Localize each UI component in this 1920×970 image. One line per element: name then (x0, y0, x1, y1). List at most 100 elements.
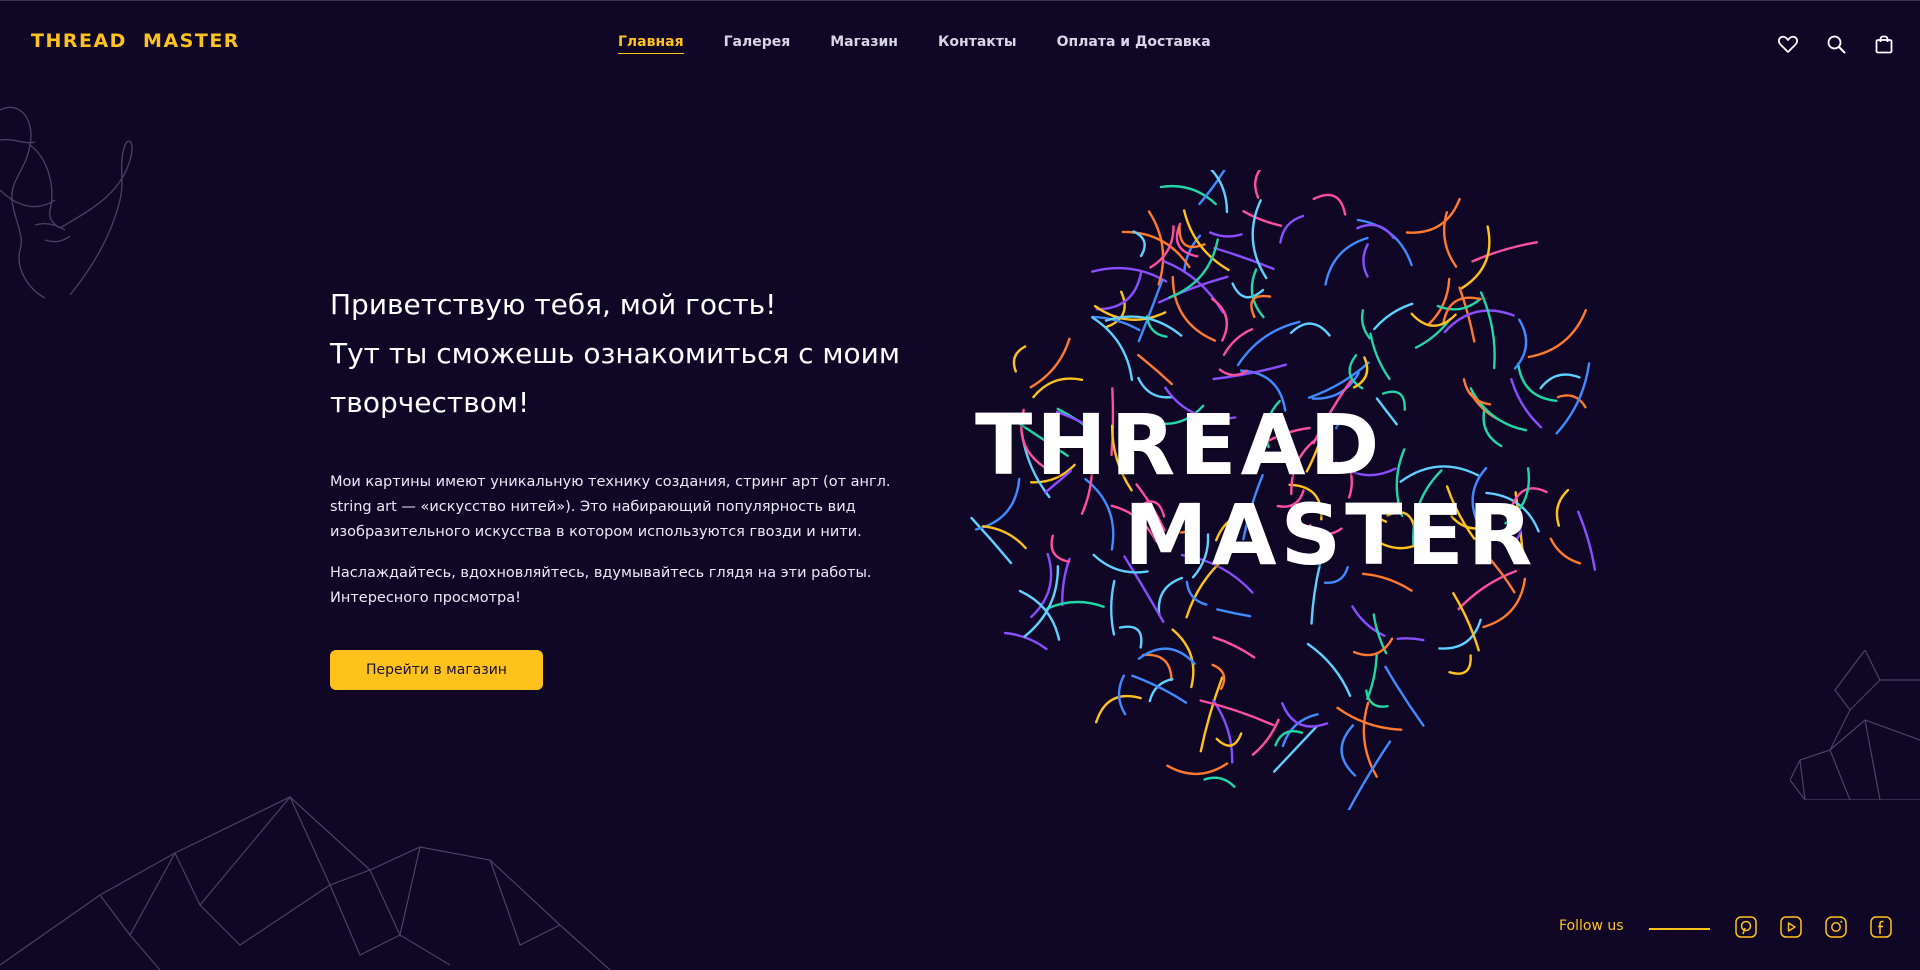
nav-item-gallery[interactable]: Галерея (724, 34, 791, 54)
thread-stroke (1095, 272, 1143, 311)
thread-stroke (1212, 636, 1256, 659)
hero-title: Приветствую тебя, мой гость! Тут ты смож… (330, 280, 970, 427)
thread-stroke (1090, 266, 1168, 283)
face-line-art (0, 106, 133, 299)
thread-stroke (1061, 557, 1071, 607)
thread-stroke (1556, 394, 1587, 409)
thread-stroke (1381, 390, 1406, 411)
art-title-master: MASTER (1124, 486, 1537, 584)
youtube-icon[interactable] (1780, 916, 1802, 938)
thread-stroke (1306, 642, 1352, 697)
thread-stroke (1231, 282, 1265, 299)
invitation-line: Наслаждайтесь, вдохновляйтесь, вдумывайт… (330, 565, 872, 581)
search-icon[interactable] (1824, 32, 1848, 56)
thread-stroke (1384, 665, 1425, 727)
description-line: Мои картины имеют уникальную технику соз… (330, 474, 891, 490)
thread-stroke (1273, 725, 1319, 773)
description-line: изобразительного искусства в котором исп… (330, 524, 862, 540)
thread-stroke (1110, 579, 1116, 636)
hero-description: Мои картины имеют уникальную технику соз… (330, 470, 910, 545)
thread-stroke (1362, 243, 1369, 278)
top-border (0, 0, 1920, 1)
art-title-thread: THREAD (975, 396, 1384, 494)
thread-stroke (1448, 654, 1472, 675)
instagram-icon[interactable] (1825, 916, 1847, 938)
thread-stroke (1336, 706, 1403, 731)
thread-stroke (1577, 510, 1597, 571)
thread-stroke (1360, 309, 1371, 340)
nav-item-shop[interactable]: Магазин (830, 34, 898, 54)
thread-stroke (1050, 534, 1071, 563)
invitation-line: Интересного просмотра! (330, 590, 521, 606)
thread-stroke (1462, 378, 1492, 406)
thread-stroke (1443, 211, 1458, 268)
thread-stroke (1549, 537, 1582, 565)
thread-stroke (1482, 577, 1527, 629)
nav-item-payment-delivery[interactable]: Оплата и Доставка (1057, 34, 1211, 54)
nav-item-contacts[interactable]: Контакты (938, 34, 1017, 54)
thread-stroke (1471, 241, 1538, 263)
thread-stroke (1373, 302, 1414, 331)
thread-stroke (1118, 625, 1143, 649)
facebook-icon[interactable] (1870, 916, 1892, 938)
hero-title-line: Тут ты сможешь ознакомиться с моим (330, 337, 900, 370)
thread-stroke (1132, 230, 1146, 258)
mountains-line-art (0, 795, 611, 970)
thread-stroke (1513, 318, 1528, 370)
thread-stroke (1279, 214, 1305, 244)
thread-stroke (1427, 277, 1451, 326)
thread-stroke (1166, 762, 1229, 776)
main-nav: Главная Галерея Магазин Контакты Оплата … (618, 34, 1251, 54)
thread-stroke (1517, 362, 1558, 402)
thread-stroke (1251, 718, 1280, 756)
thread-stroke (1356, 218, 1413, 267)
thread-stroke (1137, 353, 1173, 386)
thread-stroke (1356, 223, 1395, 240)
heart-icon[interactable] (1776, 32, 1800, 56)
thread-stroke (1046, 600, 1105, 610)
thread-stroke (1211, 297, 1228, 342)
shopping-bag-icon[interactable] (1872, 32, 1896, 56)
thread-stroke (1091, 316, 1134, 382)
thread-stroke (1479, 291, 1496, 370)
thread-stroke (1396, 637, 1425, 642)
hero-title-line: Приветствую тебя, мой гость! (330, 288, 777, 321)
thread-stroke (1281, 702, 1329, 728)
thread-stroke (1209, 231, 1243, 238)
thread-stroke (1366, 653, 1378, 700)
thread-stroke (1216, 608, 1252, 618)
thread-stroke (1539, 373, 1581, 390)
site-logo[interactable]: THREAD MASTER (31, 30, 240, 52)
description-line: string art — «искусство нитей»). Это наб… (330, 499, 856, 515)
thread-stroke (1405, 197, 1461, 234)
thread-stroke (1527, 309, 1587, 359)
hero-title-line: творчеством! (330, 386, 530, 419)
thread-stroke (1012, 345, 1027, 373)
thread-stroke (1148, 677, 1174, 703)
pinterest-icon[interactable] (1735, 916, 1757, 938)
thread-stroke (1242, 210, 1283, 227)
thread-stroke (1209, 170, 1229, 214)
thread-stroke (1254, 170, 1262, 199)
origami-fox-line-art (1790, 650, 1920, 800)
hero-invitation: Наслаждайтесь, вдохновляйтесь, вдумывайт… (330, 561, 910, 611)
follow-us-label: Follow us (1559, 918, 1624, 934)
thread-stroke (1289, 322, 1331, 337)
thread-stroke (1023, 565, 1060, 638)
thread-stroke (1182, 209, 1230, 272)
thread-stroke (1141, 653, 1173, 682)
thread-stroke (1340, 724, 1357, 777)
follow-divider (1649, 928, 1710, 930)
thread-stroke (1312, 193, 1347, 216)
thread-stroke (1555, 488, 1570, 527)
thread-stroke (1324, 236, 1369, 286)
thread-stroke (1369, 332, 1391, 380)
go-to-shop-button[interactable]: Перейти в магазин (330, 650, 543, 690)
thread-stroke (1236, 320, 1301, 367)
thread-stroke (1351, 605, 1386, 637)
thread-stroke (1203, 776, 1236, 788)
header-icons (1776, 32, 1896, 56)
thread-stroke (1137, 279, 1164, 343)
thread-stroke (1212, 699, 1234, 764)
nav-item-home[interactable]: Главная (618, 34, 684, 54)
